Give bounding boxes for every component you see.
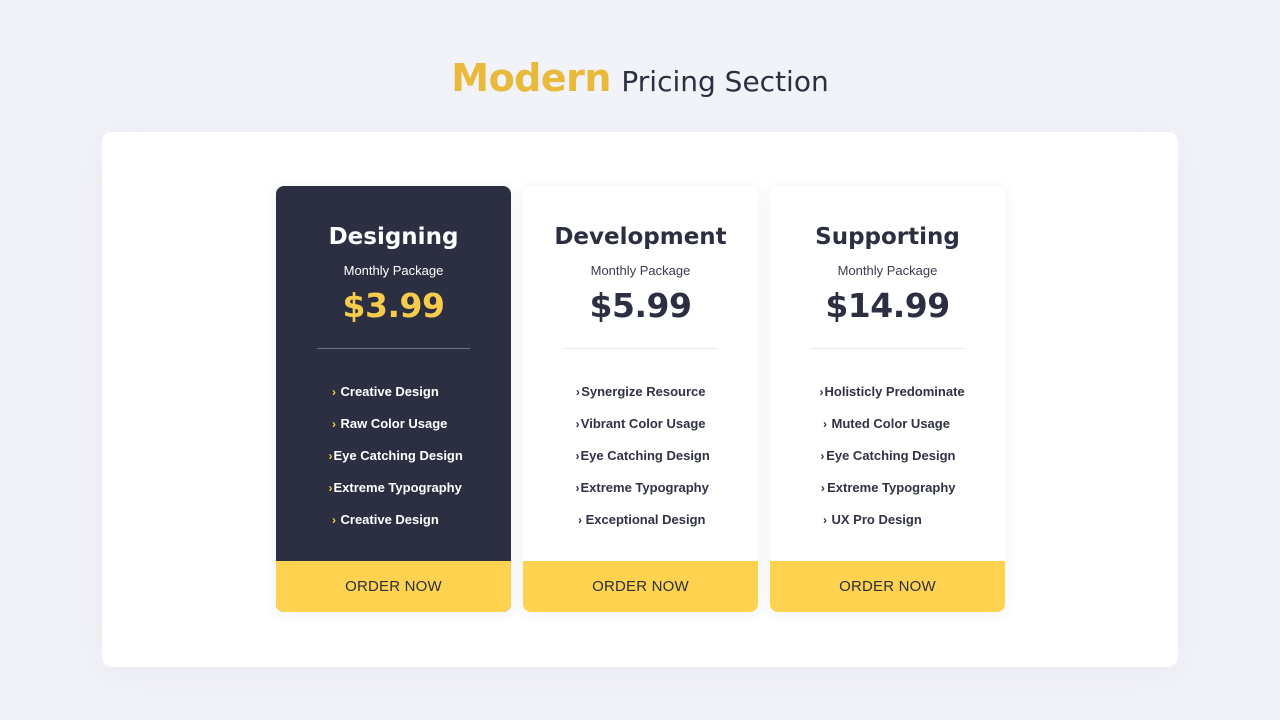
chevron-right-icon: › bbox=[332, 417, 336, 431]
feature-list: › Holisticly Predominate › Muted Color Usa… bbox=[770, 382, 1005, 542]
chevron-right-icon: › bbox=[823, 417, 827, 431]
feature-item: › Eye Catching Design bbox=[820, 446, 955, 478]
order-now-button[interactable]: ORDER NOW bbox=[523, 561, 758, 612]
chevron-right-icon: › bbox=[575, 481, 580, 495]
feature-item: › Extreme Typography bbox=[575, 478, 709, 510]
pricing-card-development: Development Monthly Package $5.99 › Syner… bbox=[523, 186, 758, 612]
plan-price: $3.99 bbox=[342, 286, 445, 325]
chevron-right-icon: › bbox=[820, 449, 825, 463]
plan-title: Designing bbox=[328, 224, 459, 250]
plan-subtitle: Monthly Package bbox=[837, 263, 938, 278]
chevron-right-icon: › bbox=[328, 481, 333, 495]
feature-item: › Eye Catching Design bbox=[575, 446, 710, 478]
pricing-card-designing: Designing Monthly Package $3.99 › Creativ… bbox=[276, 186, 511, 612]
heading-accent: Modern bbox=[451, 56, 611, 100]
feature-item: › Synergize Resource bbox=[576, 382, 706, 414]
chevron-right-icon: › bbox=[823, 513, 827, 527]
plan-title: Supporting bbox=[815, 224, 960, 250]
plan-subtitle: Monthly Package bbox=[590, 263, 691, 278]
chevron-right-icon: › bbox=[328, 449, 333, 463]
heading-rest: Pricing Section bbox=[621, 65, 829, 98]
pricing-card-supporting: Supporting Monthly Package $14.99 › Holis… bbox=[770, 186, 1005, 612]
feature-list: › Synergize Resource › Vibrant Color Usage… bbox=[523, 382, 758, 542]
plan-title: Development bbox=[554, 224, 727, 250]
feature-item: › Vibrant Color Usage bbox=[576, 414, 706, 446]
plan-price: $5.99 bbox=[589, 286, 692, 325]
feature-item: › Holisticly Predominate bbox=[819, 382, 965, 414]
feature-item: › Muted Color Usage bbox=[820, 414, 956, 446]
divider bbox=[317, 348, 470, 349]
chevron-right-icon: › bbox=[578, 513, 583, 527]
feature-item: › Creative Design bbox=[329, 382, 459, 414]
divider bbox=[564, 348, 717, 349]
chevron-right-icon: › bbox=[332, 385, 336, 399]
chevron-right-icon: › bbox=[575, 385, 580, 399]
feature-item: › Creative Design bbox=[329, 510, 459, 542]
feature-list: › Creative Design › Raw Color Usage › Eye C… bbox=[276, 382, 511, 542]
divider bbox=[811, 348, 964, 349]
chevron-right-icon: › bbox=[332, 513, 336, 527]
chevron-right-icon: › bbox=[575, 417, 580, 431]
plan-subtitle: Monthly Package bbox=[343, 263, 444, 278]
feature-item: › Extreme Typography bbox=[328, 478, 462, 510]
pricing-cards: Designing Monthly Package $3.99 › Creativ… bbox=[276, 186, 1005, 612]
feature-item: › UX Pro Design bbox=[820, 510, 956, 542]
feature-item: › Eye Catching Design bbox=[328, 446, 463, 478]
section-heading: Modern Pricing Section bbox=[0, 56, 1280, 100]
feature-item: › Raw Color Usage bbox=[329, 414, 459, 446]
chevron-right-icon: › bbox=[820, 481, 825, 495]
plan-price: $14.99 bbox=[825, 286, 950, 325]
order-now-button[interactable]: ORDER NOW bbox=[770, 561, 1005, 612]
feature-item: › Extreme Typography bbox=[820, 478, 956, 510]
chevron-right-icon: › bbox=[575, 449, 580, 463]
order-now-button[interactable]: ORDER NOW bbox=[276, 561, 511, 612]
feature-item: › Exceptional Design bbox=[576, 510, 705, 542]
chevron-right-icon: › bbox=[819, 385, 824, 399]
